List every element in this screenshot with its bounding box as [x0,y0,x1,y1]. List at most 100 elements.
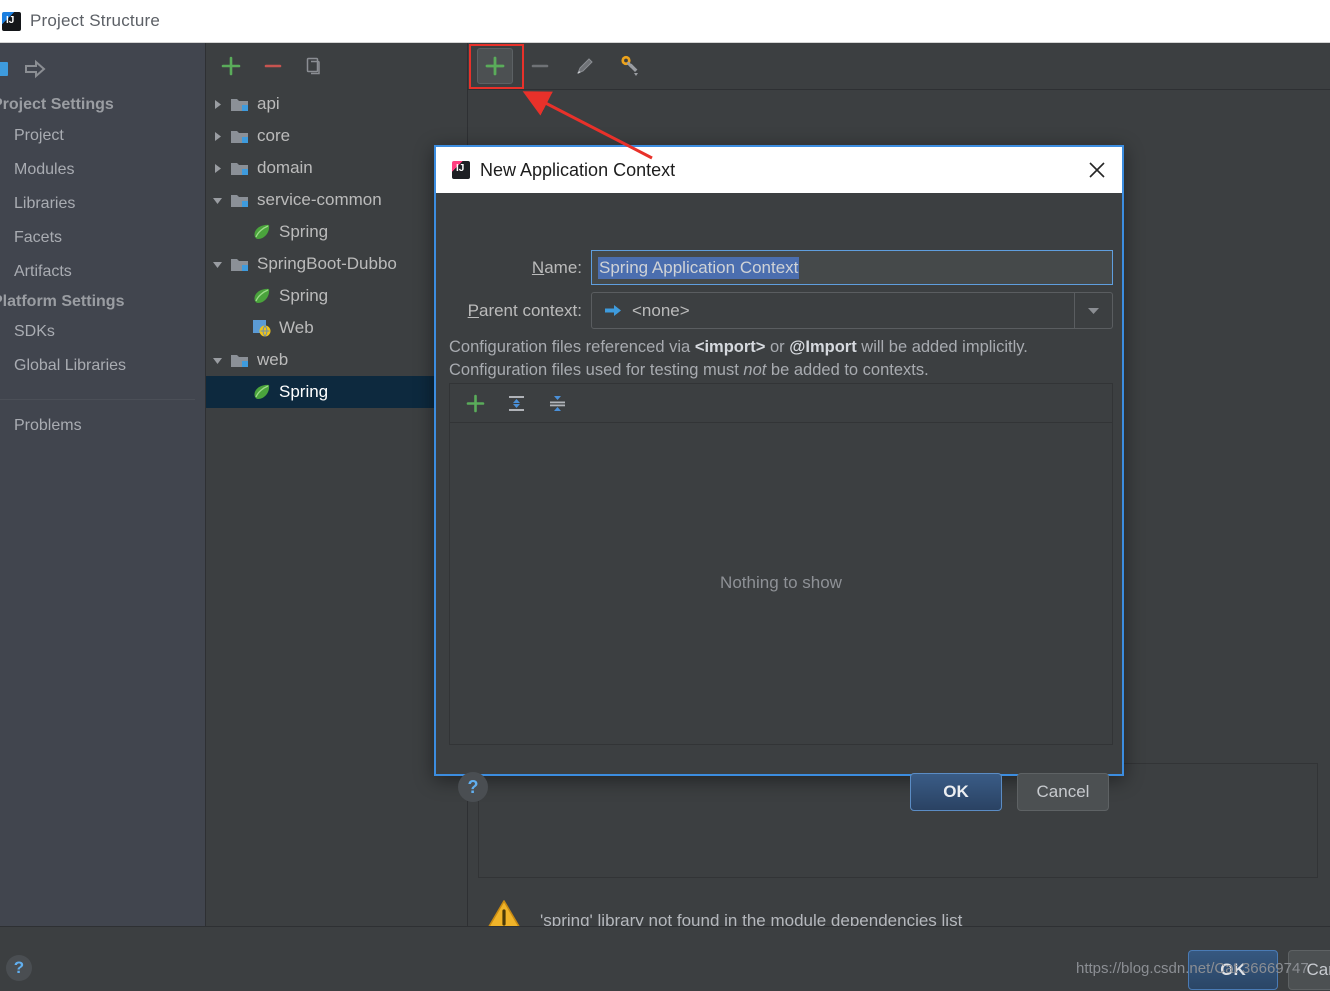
close-icon[interactable] [1084,157,1110,183]
sidebar-group-project-settings: Project Settings [0,96,198,114]
name-input-value: Spring Application Context [598,257,799,279]
dialog-title: New Application Context [480,160,675,181]
add-context-button[interactable] [477,48,513,84]
add-module-button[interactable] [214,49,248,83]
sidebar-item-artifacts[interactable]: Artifacts [14,263,220,281]
window-title: Project Structure [30,11,160,31]
module-folder-icon [228,256,252,273]
sidebar-item-problems[interactable]: Problems [14,417,220,435]
chevron-right-icon[interactable] [206,163,228,174]
chevron-right-icon[interactable] [206,99,228,110]
tree-item-label: core [257,126,290,146]
watermark-text: https://blog.csdn.net/Cat 36669747 [1076,960,1309,977]
parent-context-value: <none> [632,301,690,321]
collapse-all-icon[interactable] [541,388,573,418]
table-row[interactable]: Spring [206,280,468,312]
sidebar-item-sdks[interactable]: SDKs [14,323,220,341]
table-row[interactable]: api [206,88,468,120]
spring-leaf-icon [250,223,274,241]
config-files-list-box: Nothing to show [449,383,1113,745]
back-arrow-icon[interactable] [0,62,8,76]
name-label: Name: [436,250,582,285]
sidebar-item-libraries[interactable]: Libraries [14,195,220,213]
tree-item-label: api [257,94,280,114]
window-bottom-bar [0,926,1330,991]
wrench-gear-icon[interactable] [612,48,648,84]
tree-item-label: Spring [279,222,328,242]
tree-item-label: SpringBoot-Dubbo [257,254,397,274]
hint2-prefix: Configuration files used for testing mus… [449,361,743,379]
facet-content-box [478,763,1318,878]
chevron-down-icon[interactable] [206,355,228,366]
hint2-italic-not: not [743,361,766,379]
forward-arrow-icon[interactable] [22,58,48,80]
hint1-bold-import-annotation: @Import [789,338,856,356]
table-row[interactable]: domain [206,152,468,184]
remove-context-button [522,48,558,84]
dialog-ok-button[interactable]: OK [910,773,1002,811]
dialog-body: Name: Spring Application Context Parent … [436,193,1122,774]
table-row[interactable]: SpringBoot-Dubbo [206,248,468,280]
web-facet-icon [250,319,274,337]
sidebar-item-facets[interactable]: Facets [14,229,220,247]
hint1-middle: or [765,338,789,356]
intellij-spring-icon: IJ [452,161,470,179]
parent-label-mnemonic: P [468,301,479,320]
hint1-prefix: Configuration files referenced via [449,338,695,356]
module-folder-icon [228,192,252,209]
name-label-mnemonic: N [532,258,544,277]
parent-context-select[interactable]: <none> [591,292,1113,329]
add-config-file-button[interactable] [459,388,491,418]
hint-line-1: Configuration files referenced via <impo… [449,338,1028,357]
module-folder-icon [228,128,252,145]
sidebar-nav-bar [0,49,48,89]
name-input[interactable]: Spring Application Context [591,250,1113,285]
chevron-down-icon[interactable] [206,195,228,206]
module-tree-toolbar [206,43,468,88]
name-label-rest: ame: [544,258,582,277]
parent-label-rest: arent context: [479,301,582,320]
spring-leaf-icon [250,287,274,305]
sidebar-item-global-libraries[interactable]: Global Libraries [14,357,220,375]
sidebar-group-platform-settings: Platform Settings [0,293,198,311]
table-row[interactable]: Web [206,312,468,344]
tree-item-label: web [257,350,288,370]
chevron-down-icon[interactable] [206,259,228,270]
module-folder-icon [228,96,252,113]
chevron-down-icon[interactable] [1074,293,1112,328]
new-application-context-dialog: IJ New Application Context Name: Spring … [434,145,1124,776]
project-structure-window: IJ Project Structure Project Settings Pr… [0,0,1330,991]
sidebar-divider [0,399,195,400]
module-tree-rows: api core [206,88,468,408]
spring-leaf-icon [250,383,274,401]
copy-module-button[interactable] [298,49,332,83]
module-tree-panel: api core [206,43,468,926]
tree-item-label: Spring [279,286,328,306]
settings-sidebar: Project Settings Project Modules Librari… [0,43,206,926]
empty-state-text: Nothing to show [450,422,1112,744]
dialog-title-bar: IJ New Application Context [436,147,1122,193]
intellij-idea-icon: IJ [2,12,21,31]
parent-context-label: Parent context: [436,292,582,329]
sidebar-item-project[interactable]: Project [14,127,220,145]
pencil-icon [567,48,603,84]
table-row[interactable]: service-common [206,184,468,216]
hint1-suffix: will be added implicitly. [857,338,1028,356]
table-row[interactable]: web [206,344,468,376]
chevron-right-icon[interactable] [206,131,228,142]
facet-toolbar [468,43,1330,90]
sidebar-item-modules[interactable]: Modules [14,161,220,179]
table-row[interactable]: Spring [206,216,468,248]
tree-item-label: domain [257,158,313,178]
hint1-bold-import-tag: <import> [695,338,766,356]
module-folder-icon [228,160,252,177]
expand-all-icon[interactable] [500,388,532,418]
tree-item-label: Spring [279,382,328,402]
window-title-bar: IJ Project Structure [0,0,1330,43]
dialog-help-button[interactable]: ? [458,772,488,802]
remove-module-button[interactable] [256,49,290,83]
table-row[interactable]: Spring [206,376,468,408]
dialog-cancel-button[interactable]: Cancel [1017,773,1109,811]
window-help-button[interactable]: ? [6,955,32,981]
table-row[interactable]: core [206,120,468,152]
